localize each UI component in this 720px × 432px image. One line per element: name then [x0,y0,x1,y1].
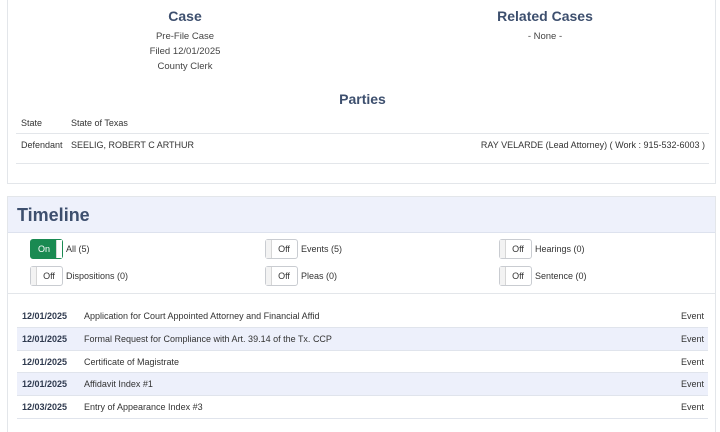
filter-hearings[interactable]: Off Hearings (0) [499,239,585,259]
toggle-switch[interactable]: Off [265,239,298,259]
party-row: Defendant SEELIG, ROBERT C ARTHUR RAY VE… [16,134,709,164]
toggle-knob [56,240,62,258]
filter-all[interactable]: On All (5) [30,239,90,259]
event-description[interactable]: Formal Request for Compliance with Art. … [84,334,332,344]
timeline-header: Timeline [8,197,715,233]
toggle-state: Off [43,271,55,281]
timeline-filters: On All (5) Off Events (5) Off Hearings (… [8,233,715,294]
toggle-knob [266,267,272,285]
related-cases-value: - None - [527,31,563,42]
toggle-state: On [37,244,50,254]
filter-events[interactable]: Off Events (5) [265,239,342,259]
timeline-event-row[interactable]: 12/03/2025 Entry of Appearance Index #3 … [17,396,708,419]
filter-label: All (5) [66,244,90,254]
event-date: 12/01/2025 [22,356,68,367]
filter-dispositions[interactable]: Off Dispositions (0) [30,266,128,286]
event-date: 12/01/2025 [22,333,68,344]
related-cases-heading: Related Cases [497,8,593,24]
timeline-heading: Timeline [17,205,90,225]
toggle-switch[interactable]: Off [499,239,532,259]
toggle-knob [500,240,506,258]
event-type: Event [680,311,704,321]
event-description[interactable]: Affidavit Index #1 [84,379,153,389]
filter-sentence[interactable]: Off Sentence (0) [499,266,587,286]
party-name: SEELIG, ROBERT C ARTHUR [71,140,195,150]
party-role: State [21,118,43,128]
timeline-event-row[interactable]: 12/01/2025 Certificate of Magistrate Eve… [17,351,708,374]
event-type: Event [680,356,704,367]
case-info: Case Pre-File Case Filed 12/01/2025 Coun… [115,7,255,74]
event-description[interactable]: Entry of Appearance Index #3 [84,402,203,412]
event-description[interactable]: Certificate of Magistrate [84,357,179,367]
party-row: State State of Texas [16,112,709,134]
filter-pleas[interactable]: Off Pleas (0) [265,266,337,286]
event-date: 12/01/2025 [22,379,68,390]
party-attorney: RAY VELARDE (Lead Attorney) ( Work : 915… [480,140,705,150]
case-court: County Clerk [157,61,213,72]
timeline-events-list: 12/01/2025 Application for Court Appoint… [17,305,708,419]
filter-label: Events (5) [301,244,343,254]
filter-label: Sentence (0) [535,271,587,281]
timeline-event-row[interactable]: 12/01/2025 Formal Request for Compliance… [17,327,708,351]
toggle-state: Off [512,244,524,254]
toggle-switch[interactable]: Off [499,266,532,286]
case-type: Pre-File Case [155,31,215,42]
case-filed-date: Filed 12/01/2025 [149,46,221,57]
party-role: Defendant [21,140,63,150]
event-date: 12/03/2025 [22,402,68,413]
timeline-event-row[interactable]: 12/01/2025 Affidavit Index #1 Event [17,373,708,397]
filter-label: Dispositions (0) [66,271,129,281]
event-type: Event [680,333,704,344]
toggle-switch[interactable]: Off [30,266,63,286]
party-name: State of Texas [71,118,128,128]
toggle-knob [500,267,506,285]
toggle-knob [266,240,272,258]
parties-heading: Parties [339,91,386,107]
toggle-switch[interactable]: Off [265,266,298,286]
toggle-switch[interactable]: On [30,239,63,259]
event-description[interactable]: Application for Court Appointed Attorney… [84,311,320,321]
related-cases: Related Cases - None - [465,7,625,44]
event-type: Event [680,402,704,413]
timeline-event-row[interactable]: 12/01/2025 Application for Court Appoint… [17,305,708,328]
toggle-state: Off [278,271,290,281]
case-heading: Case [168,8,202,24]
event-type: Event [680,379,704,390]
timeline-card: Timeline On All (5) Off Events (5) Off H… [7,196,716,432]
case-summary-card: Case Pre-File Case Filed 12/01/2025 Coun… [7,0,716,184]
filter-label: Hearings (0) [535,244,585,254]
event-date: 12/01/2025 [22,311,68,321]
toggle-state: Off [278,244,290,254]
toggle-state: Off [512,271,524,281]
toggle-knob [31,267,37,285]
filter-label: Pleas (0) [301,271,338,281]
